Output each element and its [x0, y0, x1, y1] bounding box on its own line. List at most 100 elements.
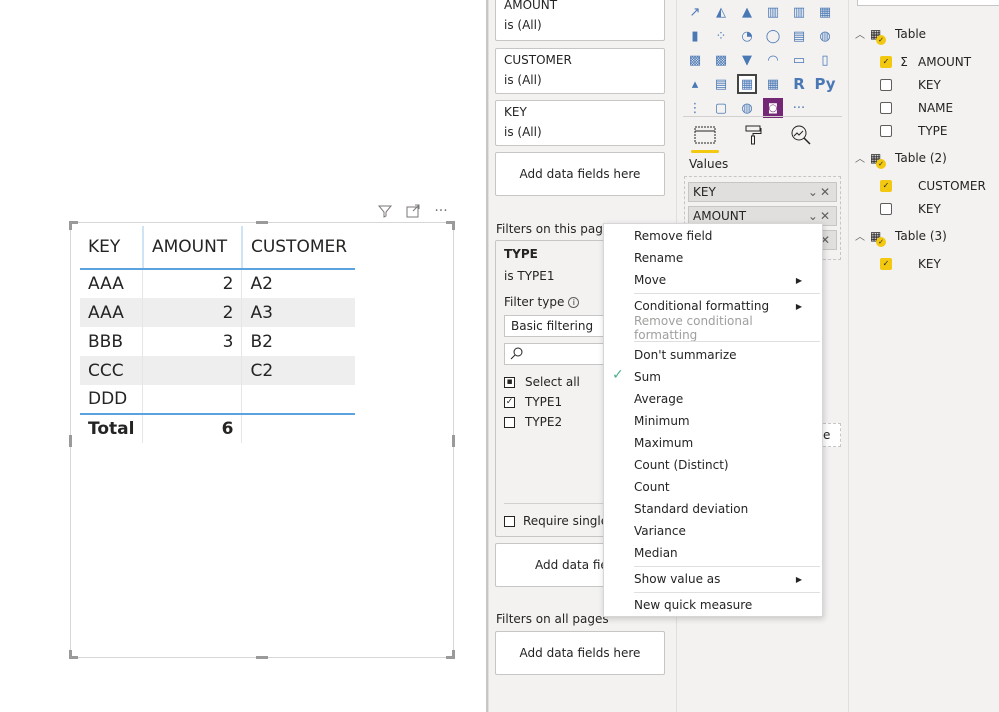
column-header-customer[interactable]: CUSTOMER — [240, 226, 356, 270]
more-visuals-icon[interactable]: ··· — [789, 98, 809, 118]
shape-map-icon[interactable]: ▩ — [711, 50, 731, 70]
field-name-col[interactable]: NAME — [880, 101, 953, 115]
menu-item-conditional-formatting[interactable]: Conditional formatting ▶ — [634, 296, 814, 316]
checkbox-unchecked[interactable] — [880, 102, 892, 114]
scatter-chart-icon[interactable]: ⁘ — [711, 26, 731, 46]
close-icon[interactable]: ✕ — [820, 209, 832, 223]
resize-handle-top[interactable] — [256, 221, 268, 224]
resize-handle-top-right[interactable] — [446, 221, 455, 230]
field-key[interactable]: KEY — [880, 78, 941, 92]
menu-item-remove-field[interactable]: Remove field — [634, 226, 814, 246]
matrix-icon[interactable]: ▦ — [763, 74, 783, 94]
key-influencers-icon[interactable]: ⋮ — [685, 98, 705, 118]
fields-search-input[interactable] — [857, 0, 999, 6]
checkbox-partial[interactable]: ▪ — [504, 376, 515, 388]
menu-item-sum[interactable]: Sum — [634, 367, 814, 387]
resize-handle-bottom[interactable] — [256, 656, 268, 659]
field-key[interactable]: KEY — [880, 202, 941, 216]
menu-item-move[interactable]: Move ▶ — [634, 270, 814, 290]
kpi-icon[interactable]: ▴ — [685, 74, 705, 94]
field-customer[interactable]: ✓ CUSTOMER — [880, 179, 986, 193]
resize-handle-right[interactable] — [452, 435, 455, 447]
menu-item-maximum[interactable]: Maximum — [634, 433, 814, 453]
column-header-key[interactable]: KEY — [80, 226, 143, 270]
funnel-icon[interactable]: ▼ — [737, 50, 757, 70]
chevron-down-icon[interactable]: ⌄ — [808, 185, 820, 199]
fields-tab[interactable] — [687, 120, 723, 153]
menu-item-average[interactable]: Average — [634, 389, 814, 409]
checkbox-unchecked[interactable] — [880, 125, 892, 137]
treemap-icon[interactable]: ▤ — [789, 26, 809, 46]
multi-row-card-icon[interactable]: ▯ — [815, 50, 835, 70]
checkbox-checked[interactable]: ✓ — [880, 56, 892, 68]
info-icon[interactable]: i — [568, 296, 580, 308]
line-chart-icon[interactable]: ↗ — [685, 2, 705, 22]
chevron-down-icon[interactable]: ⌄ — [808, 209, 820, 223]
chevron-up-icon[interactable]: ︿ — [855, 228, 865, 243]
table-node-table-2[interactable]: ︿ ▦ ✓ Table (2) — [855, 150, 947, 169]
pie-chart-icon[interactable]: ◔ — [737, 26, 757, 46]
menu-item-minimum[interactable]: Minimum — [634, 411, 814, 431]
waterfall-chart-icon[interactable]: ▮ — [685, 26, 705, 46]
chevron-up-icon[interactable]: ︿ — [855, 150, 865, 165]
filter-card-key[interactable]: KEY is (All) — [495, 100, 665, 146]
card-icon[interactable]: ▭ — [789, 50, 809, 70]
line-clustered-column-icon[interactable]: ▥ — [763, 2, 783, 22]
map-icon[interactable]: ◍ — [815, 26, 835, 46]
qa-icon[interactable]: ▢ — [711, 98, 731, 118]
chevron-up-icon[interactable]: ︿ — [855, 26, 865, 41]
table-visual[interactable]: KEY AMOUNT CUSTOMER AAA 2 A2 AAA 2 A3 BB… — [69, 221, 455, 659]
menu-item-new-quick-measure[interactable]: New quick measure — [634, 595, 814, 615]
resize-handle-left[interactable] — [69, 435, 72, 447]
filter-card-amount[interactable]: AMOUNT is (All) — [495, 0, 665, 41]
menu-item-count-distinct[interactable]: Count (Distinct) — [634, 455, 814, 475]
arcgis-map-icon[interactable]: ◍ — [737, 98, 757, 118]
python-visual-icon[interactable]: Py — [814, 74, 835, 94]
menu-item-standard-deviation[interactable]: Standard deviation — [634, 499, 814, 519]
field-type[interactable]: TYPE — [880, 124, 947, 138]
slicer-icon[interactable]: ▤ — [711, 74, 731, 94]
r-visual-icon[interactable]: R — [789, 74, 809, 94]
filter-card-customer[interactable]: CUSTOMER is (All) — [495, 48, 665, 94]
checkbox-checked[interactable]: ✓ — [880, 258, 892, 270]
donut-chart-icon[interactable]: ◯ — [763, 26, 783, 46]
column-header-amount[interactable]: AMOUNT — [141, 226, 242, 270]
resize-handle-bottom-right[interactable] — [446, 650, 455, 659]
table-node-table[interactable]: ︿ ▦ ✓ Table — [855, 26, 926, 45]
format-tab[interactable] — [735, 120, 771, 150]
checkbox-unchecked[interactable] — [504, 416, 515, 428]
resize-handle-top-left[interactable] — [69, 221, 78, 230]
line-stacked-column-icon[interactable]: ▥ — [789, 2, 809, 22]
field-key[interactable]: ✓ KEY — [880, 257, 941, 271]
more-options-icon[interactable]: ··· — [433, 203, 449, 219]
area-chart-icon[interactable]: ◭ — [711, 2, 731, 22]
analytics-tab[interactable] — [783, 120, 819, 150]
filled-map-icon[interactable]: ▩ — [685, 50, 705, 70]
table-icon[interactable]: ▦ — [737, 74, 757, 94]
gauge-icon[interactable]: ◠ — [763, 50, 783, 70]
ribbon-chart-icon[interactable]: ▦ — [815, 2, 835, 22]
table-node-table-3[interactable]: ︿ ▦ ✓ Table (3) — [855, 228, 947, 247]
menu-item-dont-summarize[interactable]: Don't summarize — [634, 345, 814, 365]
power-apps-icon[interactable]: ◙ — [763, 98, 783, 118]
menu-item-show-value-as[interactable]: Show value as ▶ — [634, 569, 814, 589]
checkbox-unchecked[interactable] — [880, 203, 892, 215]
checkbox-checked[interactable]: ✓ — [880, 180, 892, 192]
menu-item-rename[interactable]: Rename — [634, 248, 814, 268]
require-single-selection[interactable]: Require single s — [504, 514, 618, 528]
resize-handle-bottom-left[interactable] — [69, 650, 78, 659]
add-visual-filter-dropzone[interactable]: Add data fields here — [495, 152, 665, 196]
add-all-pages-filter-dropzone[interactable]: Add data fields here — [495, 631, 665, 675]
focus-mode-icon[interactable] — [405, 203, 421, 219]
filter-icon[interactable] — [377, 203, 393, 219]
field-amount[interactable]: ✓ Σ AMOUNT — [880, 55, 971, 69]
menu-item-count[interactable]: Count — [634, 477, 814, 497]
checkbox-unchecked[interactable] — [504, 515, 515, 527]
stacked-area-chart-icon[interactable]: ▲ — [737, 2, 757, 22]
checkbox-unchecked[interactable] — [880, 79, 892, 91]
checkbox-checked[interactable]: ✓ — [504, 396, 515, 408]
close-icon[interactable]: ✕ — [820, 185, 832, 199]
value-pill-key[interactable]: KEY ⌄✕ — [688, 182, 837, 202]
menu-item-variance[interactable]: Variance — [634, 521, 814, 541]
menu-item-median[interactable]: Median — [634, 543, 814, 563]
